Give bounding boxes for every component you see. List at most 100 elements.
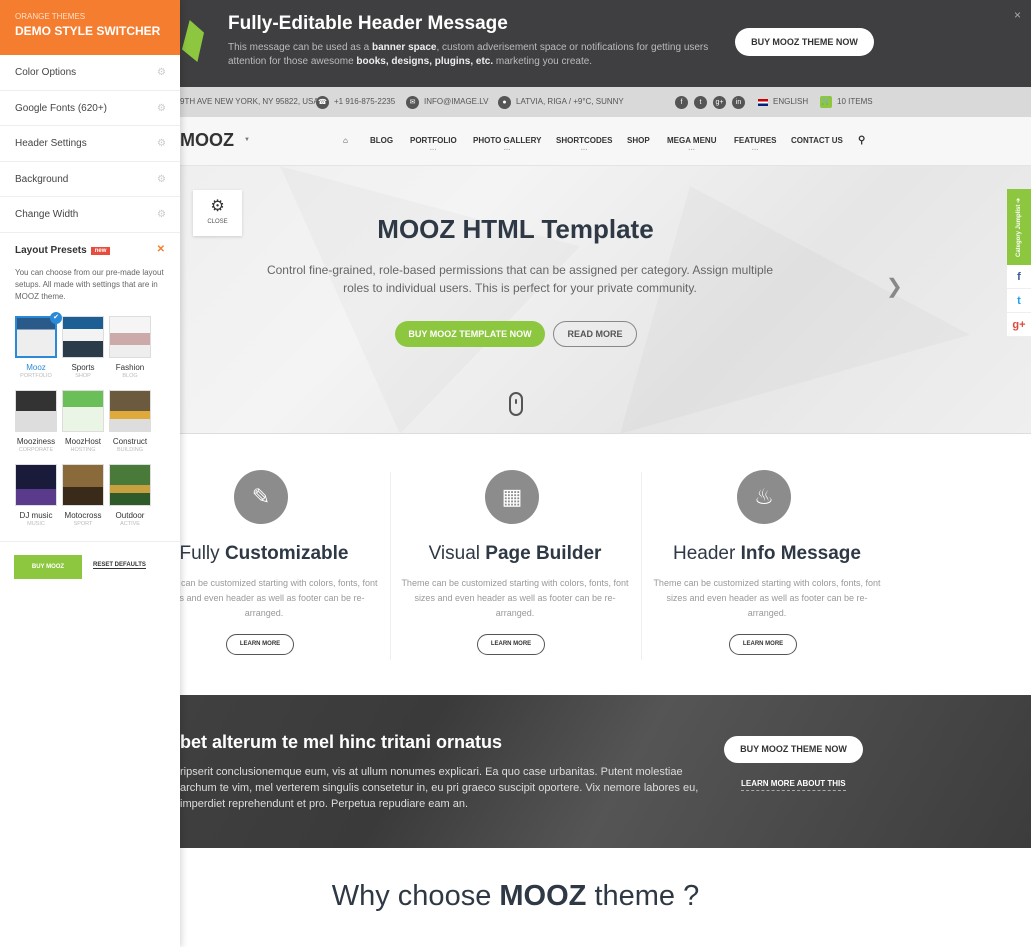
nav-photo-gallery[interactable]: PHOTO GALLERY ··· (473, 117, 541, 165)
preset-thumbnail (15, 464, 57, 506)
preset-name: MoozHost (64, 437, 101, 446)
nav-shortcodes-label: SHORTCODES (556, 136, 613, 145)
facebook-share-icon[interactable]: f (1007, 265, 1031, 289)
preset-sub: CORPORATE (18, 447, 54, 453)
learn-more-button[interactable]: LEARN MORE (226, 634, 294, 655)
preset-outdoor[interactable]: Outdoor ACTIVE (109, 464, 151, 527)
nav-mega-menu-label: MEGA MENU (667, 136, 717, 145)
option-header-settings[interactable]: Header Settings ⚙ (0, 126, 180, 162)
switcher-close-toggle[interactable]: ⚙ CLOSE (193, 190, 242, 236)
scroll-down-icon[interactable] (509, 392, 523, 416)
gear-icon: ⚙ (210, 198, 225, 215)
learn-more-button[interactable]: LEARN MORE (729, 634, 797, 655)
google-plus-share-icon[interactable]: g+ (1007, 313, 1031, 337)
twitter-icon[interactable]: t (694, 95, 707, 109)
close-label: CLOSE (207, 219, 228, 225)
phone-item[interactable]: ☎ +1 916-875-2235 (316, 87, 395, 117)
linkedin-icon[interactable]: in (732, 95, 745, 109)
preset-dj-music[interactable]: DJ music MUSIC (15, 464, 57, 527)
option-color[interactable]: Color Options ⚙ (0, 55, 180, 91)
weather-text: LATVIA, RIGA / +9°C, SUNNY (516, 97, 624, 106)
promo-buy-button[interactable]: BUY MOOZ THEME NOW (724, 736, 863, 763)
settings-icon: ⚙ (157, 209, 166, 220)
home-icon[interactable]: ⌂ (343, 117, 348, 165)
banner-title: Fully-Editable Header Message (228, 13, 508, 34)
preset-mooz[interactable]: ✔ Mooz PORTFOLIO (15, 312, 62, 379)
preset-name: Mooz (26, 363, 46, 372)
banner-close-icon[interactable]: × (1014, 8, 1021, 22)
switcher-brand: ORANGE THEMES (15, 12, 86, 21)
preset-name: DJ music (19, 511, 53, 520)
option-label: Google Fonts (620+) (15, 102, 107, 114)
settings-icon: ⚙ (157, 138, 166, 149)
preset-name: Mooziness (16, 437, 56, 446)
feature-text: Theme can be customized starting with co… (653, 578, 881, 618)
nav-features[interactable]: FEATURES ··· (734, 117, 777, 165)
nav-portfolio[interactable]: PORTFOLIO ··· (410, 117, 457, 165)
email-item[interactable]: ✉ INFO@IMAGE.LV (406, 87, 488, 117)
preset-construct[interactable]: Construct BUILDING (109, 390, 151, 453)
option-label: Background (15, 173, 69, 185)
pencil-icon: ✎ (234, 470, 288, 524)
google-plus-icon[interactable]: g+ (713, 95, 726, 109)
cart-icon: 🛒 (820, 96, 832, 108)
preset-sub: BUILDING (117, 447, 143, 453)
next-slide-arrow-icon[interactable]: ❯ (886, 274, 903, 299)
read-more-button[interactable]: READ MORE (553, 321, 637, 347)
language-text: ENGLISH (773, 97, 809, 106)
nav-mega-menu[interactable]: MEGA MENU ··· (667, 117, 716, 165)
nav-contact-us[interactable]: CONTACT US (791, 117, 843, 165)
nav-portfolio-label: PORTFOLIO (410, 136, 457, 145)
address-text: 9TH AVE NEW YORK, NY 95822, USA (180, 97, 319, 106)
banner-text: This message can be used as a banner spa… (228, 42, 709, 67)
option-change-width[interactable]: Change Width ⚙ (0, 197, 180, 233)
divider (0, 541, 180, 542)
cart-text: 10 ITEMS (837, 97, 873, 106)
nav-shortcodes[interactable]: SHORTCODES ··· (556, 117, 612, 165)
preset-sub: ACTIVE (120, 521, 140, 527)
feature-info-message: ♨ Header Info Message Theme can be custo… (641, 435, 893, 695)
promo-title: bet alterum te mel hinc tritani ornatus (180, 732, 503, 752)
presets-heading: Layout Presets new (15, 245, 165, 256)
buy-template-button[interactable]: BUY MOOZ TEMPLATE NOW (395, 321, 545, 347)
preset-thumbnail (62, 390, 104, 432)
facebook-icon[interactable]: f (675, 95, 688, 109)
site-logo[interactable]: MOOZ (180, 130, 234, 151)
preset-sports[interactable]: Sports SHOP (62, 316, 104, 379)
preset-motocross[interactable]: Motocross SPORT (62, 464, 104, 527)
preset-fashion[interactable]: Fashion BLOG (109, 316, 151, 379)
banner-buy-button[interactable]: BUY MOOZ THEME NOW (735, 28, 874, 56)
preset-moozhost[interactable]: MoozHost HOSTING (62, 390, 104, 453)
preset-sub: SPORT (73, 521, 93, 527)
buy-mooz-button[interactable]: BUY MOOZ (14, 555, 82, 579)
settings-icon: ⚙ (157, 173, 166, 185)
presets-close-icon[interactable]: ✕ (157, 244, 165, 255)
logo-caret-icon[interactable]: ▼ (244, 137, 250, 143)
nav-blog[interactable]: BLOG (370, 117, 393, 165)
twitter-share-icon[interactable]: t (1007, 289, 1031, 313)
preset-name: Construct (112, 437, 148, 446)
nav-shop[interactable]: SHOP (627, 117, 650, 165)
option-background[interactable]: Background ⚙ (0, 162, 180, 197)
search-icon[interactable]: ⚲ (858, 117, 865, 165)
grid-icon: ▦ (485, 470, 539, 524)
switcher-title: DEMO STYLE SWITCHER (15, 24, 161, 38)
uk-flag-icon (758, 98, 768, 106)
learn-more-about-link[interactable]: LEARN MORE ABOUT THIS (741, 779, 846, 791)
learn-more-button[interactable]: LEARN MORE (477, 634, 545, 655)
weather-item: ● LATVIA, RIGA / +9°C, SUNNY (498, 87, 624, 117)
cart-link[interactable]: 🛒 10 ITEMS (820, 87, 873, 117)
background-shape (280, 166, 580, 433)
page: Fully-Editable Header Message This messa… (0, 0, 1031, 947)
preset-thumbnail (15, 316, 57, 358)
language-selector[interactable]: ENGLISH (758, 87, 808, 117)
preset-name: Outdoor (115, 511, 145, 520)
location-icon: ● (498, 95, 511, 109)
category-jumplist-tab[interactable]: Category Jumplist ➔ (1007, 189, 1031, 265)
option-google-fonts[interactable]: Google Fonts (620+) ⚙ (0, 91, 180, 126)
reset-defaults-link[interactable]: RESET DEFAULTS (93, 562, 146, 569)
preset-mooziness[interactable]: Mooziness CORPORATE (15, 390, 57, 453)
option-label: Color Options (15, 67, 77, 78)
phone-icon: ☎ (316, 95, 329, 109)
preset-thumbnail (15, 390, 57, 432)
